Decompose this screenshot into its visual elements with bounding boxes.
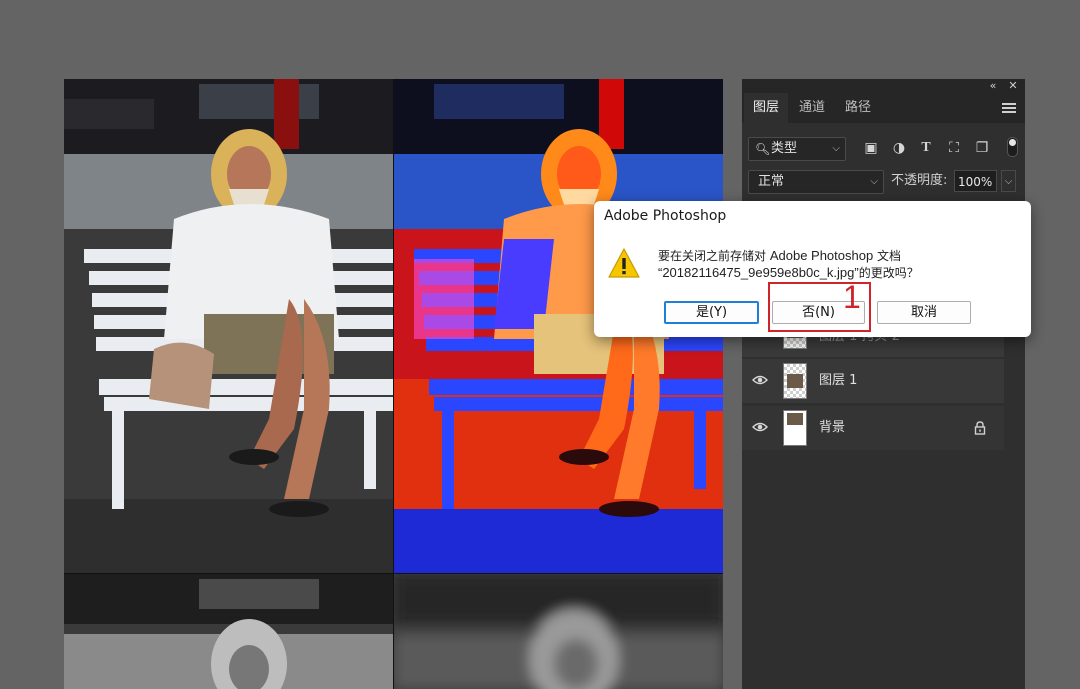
layer-filter-select[interactable]: 🔍︎ 类型 ⌵: [748, 137, 846, 161]
dialog-message-line2: “20182116475_9e959e8b0c_k.jpg”的更改吗？: [658, 265, 919, 280]
layer-thumbnail: [783, 410, 807, 446]
tab-layers[interactable]: 图层: [744, 93, 788, 123]
tab-paths[interactable]: 路径: [838, 93, 878, 123]
lock-icon: [974, 421, 986, 435]
layer-thumbnail: [783, 363, 807, 399]
tab-channels[interactable]: 通道: [792, 93, 832, 123]
eye-icon[interactable]: [752, 421, 768, 433]
layer-name: 背景: [819, 420, 846, 435]
warning-icon: [608, 248, 640, 278]
blend-mode-value: 正常: [758, 174, 785, 189]
dialog-message-line1: 要在关闭之前存储对 Adobe Photoshop 文档: [658, 248, 902, 263]
chevron-down-icon: ⌵: [870, 176, 878, 187]
filter-toggle[interactable]: [1007, 137, 1018, 157]
document-canvas[interactable]: [64, 79, 723, 689]
chevron-down-icon: ⌵: [832, 143, 840, 154]
type-filter-icon[interactable]: T: [917, 139, 935, 157]
double-chevron-icon[interactable]: «: [986, 79, 1000, 93]
yes-button[interactable]: 是(Y): [664, 301, 759, 324]
panel-titlebar: [742, 79, 1025, 93]
filter-value: 类型: [771, 141, 798, 156]
close-icon[interactable]: ✕: [1006, 79, 1020, 93]
image-filter-icon[interactable]: ▣: [862, 139, 880, 157]
search-icon: 🔍︎: [755, 142, 771, 156]
opacity-dropdown-icon[interactable]: ⌵: [1001, 170, 1016, 192]
eye-icon[interactable]: [752, 374, 768, 386]
opacity-input[interactable]: 100%: [954, 170, 997, 192]
photo-grayscale-variant: [64, 574, 393, 689]
cancel-button[interactable]: 取消: [877, 301, 971, 324]
panel-tabs: 图层 通道 路径: [742, 93, 1025, 123]
annotation-number: 1: [843, 279, 861, 315]
layer-row[interactable]: 背景: [742, 406, 1004, 450]
layers-panel: « ✕ 图层 通道 路径 🔍︎ 类型 ⌵ ▣ ◑ T ⛶ ❐ 正常 ⌵ 不透明度…: [742, 79, 1025, 689]
blend-mode-select[interactable]: 正常 ⌵: [748, 170, 884, 194]
dialog-title: Adobe Photoshop: [604, 208, 727, 224]
layer-row[interactable]: 图层 1: [742, 359, 1004, 403]
smart-object-filter-icon[interactable]: ❐: [973, 139, 991, 157]
adjustment-filter-icon[interactable]: ◑: [890, 139, 908, 157]
shape-filter-icon[interactable]: ⛶: [945, 139, 963, 157]
photo-original: [64, 79, 393, 573]
photo-blur-variant: [394, 574, 723, 689]
layer-name: 图层 1: [819, 373, 858, 388]
panel-menu-icon[interactable]: [1002, 101, 1016, 115]
opacity-label: 不透明度:: [891, 173, 948, 188]
